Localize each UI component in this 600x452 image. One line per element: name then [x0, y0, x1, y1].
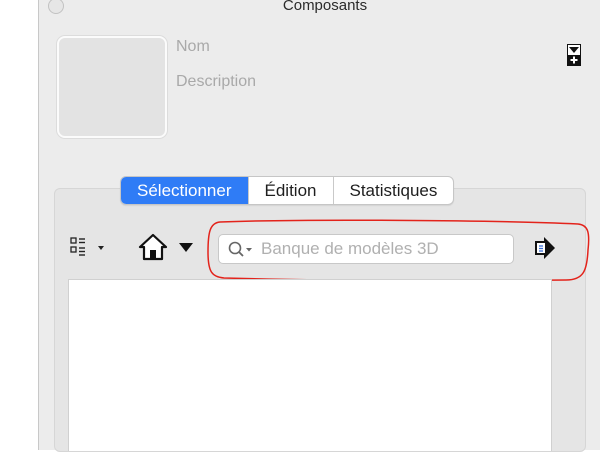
- home-icon: [138, 233, 193, 261]
- tab-edit[interactable]: Édition: [247, 177, 333, 204]
- tab-select[interactable]: Sélectionner: [121, 177, 248, 204]
- chevron-down-icon: [179, 243, 193, 252]
- tab-bar: Sélectionner Édition Statistiques: [120, 176, 455, 205]
- view-options-button[interactable]: [70, 236, 110, 262]
- window-title: Composants: [282, 0, 368, 14]
- details-menu-button[interactable]: [567, 44, 581, 66]
- search-field[interactable]: [218, 234, 514, 264]
- details-menu-icon: [567, 44, 581, 66]
- list-grid-icon: [70, 237, 104, 256]
- tab-statistics[interactable]: Statistiques: [332, 177, 454, 204]
- component-thumbnail: [57, 36, 167, 138]
- search-input[interactable]: [261, 237, 506, 261]
- search-icon: [228, 241, 252, 257]
- component-description-field[interactable]: Description: [176, 73, 256, 91]
- component-name-field[interactable]: Nom: [176, 38, 210, 56]
- results-list[interactable]: [68, 279, 552, 451]
- home-button[interactable]: [138, 232, 200, 262]
- arrow-right-icon: [535, 237, 555, 259]
- go-search-button[interactable]: [532, 236, 558, 260]
